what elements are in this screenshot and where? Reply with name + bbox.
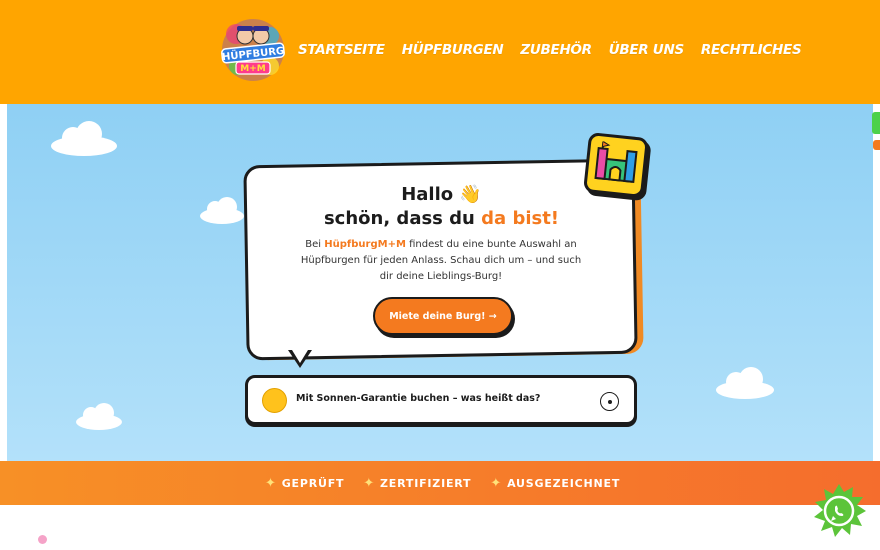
nav-ueber-uns[interactable]: ÜBER UNS: [609, 42, 684, 58]
confetti-dot: [38, 535, 47, 544]
edge-confetti: [873, 140, 880, 150]
cloud-decoration: [200, 197, 244, 224]
sparkle-star-icon: ✦: [363, 476, 376, 491]
whatsapp-button[interactable]: [806, 478, 872, 544]
sparkle-star-icon: ✦: [265, 476, 277, 491]
nav-rechtliches[interactable]: RECHTLICHES: [701, 42, 802, 58]
site-header: HÜPFBURG M+M STARTSEITE HÜPFBURGEN ZUBEH…: [0, 0, 880, 104]
intro-brand: HüpfburgM+M: [324, 239, 406, 250]
faq-accordion[interactable]: Mit Sonnen-Garantie buchen – was heißt d…: [245, 375, 637, 425]
trust-item-label: AUSGEZEICHNET: [507, 477, 621, 490]
greeting-line1: Hallo: [401, 184, 454, 205]
nav-huepfburgen[interactable]: HÜPFBURGEN: [402, 42, 504, 58]
trust-item: ✦ ZERTIFIZIERT: [363, 476, 471, 491]
trust-strip: ✦ GEPRÜFT ✦ ZERTIFIZIERT ✦ AUSGEZEICHNET: [0, 461, 880, 505]
cloud-decoration: [51, 121, 117, 156]
edge-confetti: [872, 112, 880, 134]
whatsapp-icon: [814, 484, 866, 537]
logo-text-bottom: M+M: [240, 64, 265, 74]
intro-text: Bei HüpfburgM+M findest du eine bunte Au…: [296, 237, 586, 285]
greeting-line2: schön, dass du: [323, 208, 482, 229]
cloud-decoration: [76, 403, 122, 430]
nav-zubehoer[interactable]: ZUBEHÖR: [520, 42, 592, 58]
site-logo[interactable]: HÜPFBURG M+M: [218, 14, 288, 84]
trust-item: ✦ AUSGEZEICHNET: [490, 476, 620, 491]
accordion-toggle-icon[interactable]: [600, 392, 619, 411]
trust-item-label: GEPRÜFT: [281, 477, 345, 490]
nav-startseite[interactable]: STARTSEITE: [298, 42, 385, 58]
greeting-highlight: da bist!: [481, 208, 560, 229]
sun-icon: [262, 388, 287, 413]
speech-bubble-tail-inner: [292, 350, 308, 363]
trust-item-label: ZERTIFIZIERT: [380, 477, 472, 490]
faq-question: Mit Sonnen-Garantie buchen – was heißt d…: [296, 393, 541, 404]
greeting-heading: Hallo 👋 schön, dass du da bist!: [246, 183, 637, 231]
main-nav: STARTSEITE HÜPFBURGEN ZUBEHÖR ÜBER UNS R…: [298, 42, 818, 58]
waving-hand-icon: 👋: [459, 184, 482, 205]
cloud-decoration: [716, 367, 774, 399]
logo-graphic: HÜPFBURG M+M: [221, 19, 285, 81]
rent-castle-button[interactable]: Miete deine Burg! →: [373, 297, 513, 335]
sparkle-star-icon: ✦: [490, 476, 503, 491]
intro-prefix: Bei: [305, 239, 325, 250]
trust-item: ✦ GEPRÜFT: [265, 476, 344, 491]
